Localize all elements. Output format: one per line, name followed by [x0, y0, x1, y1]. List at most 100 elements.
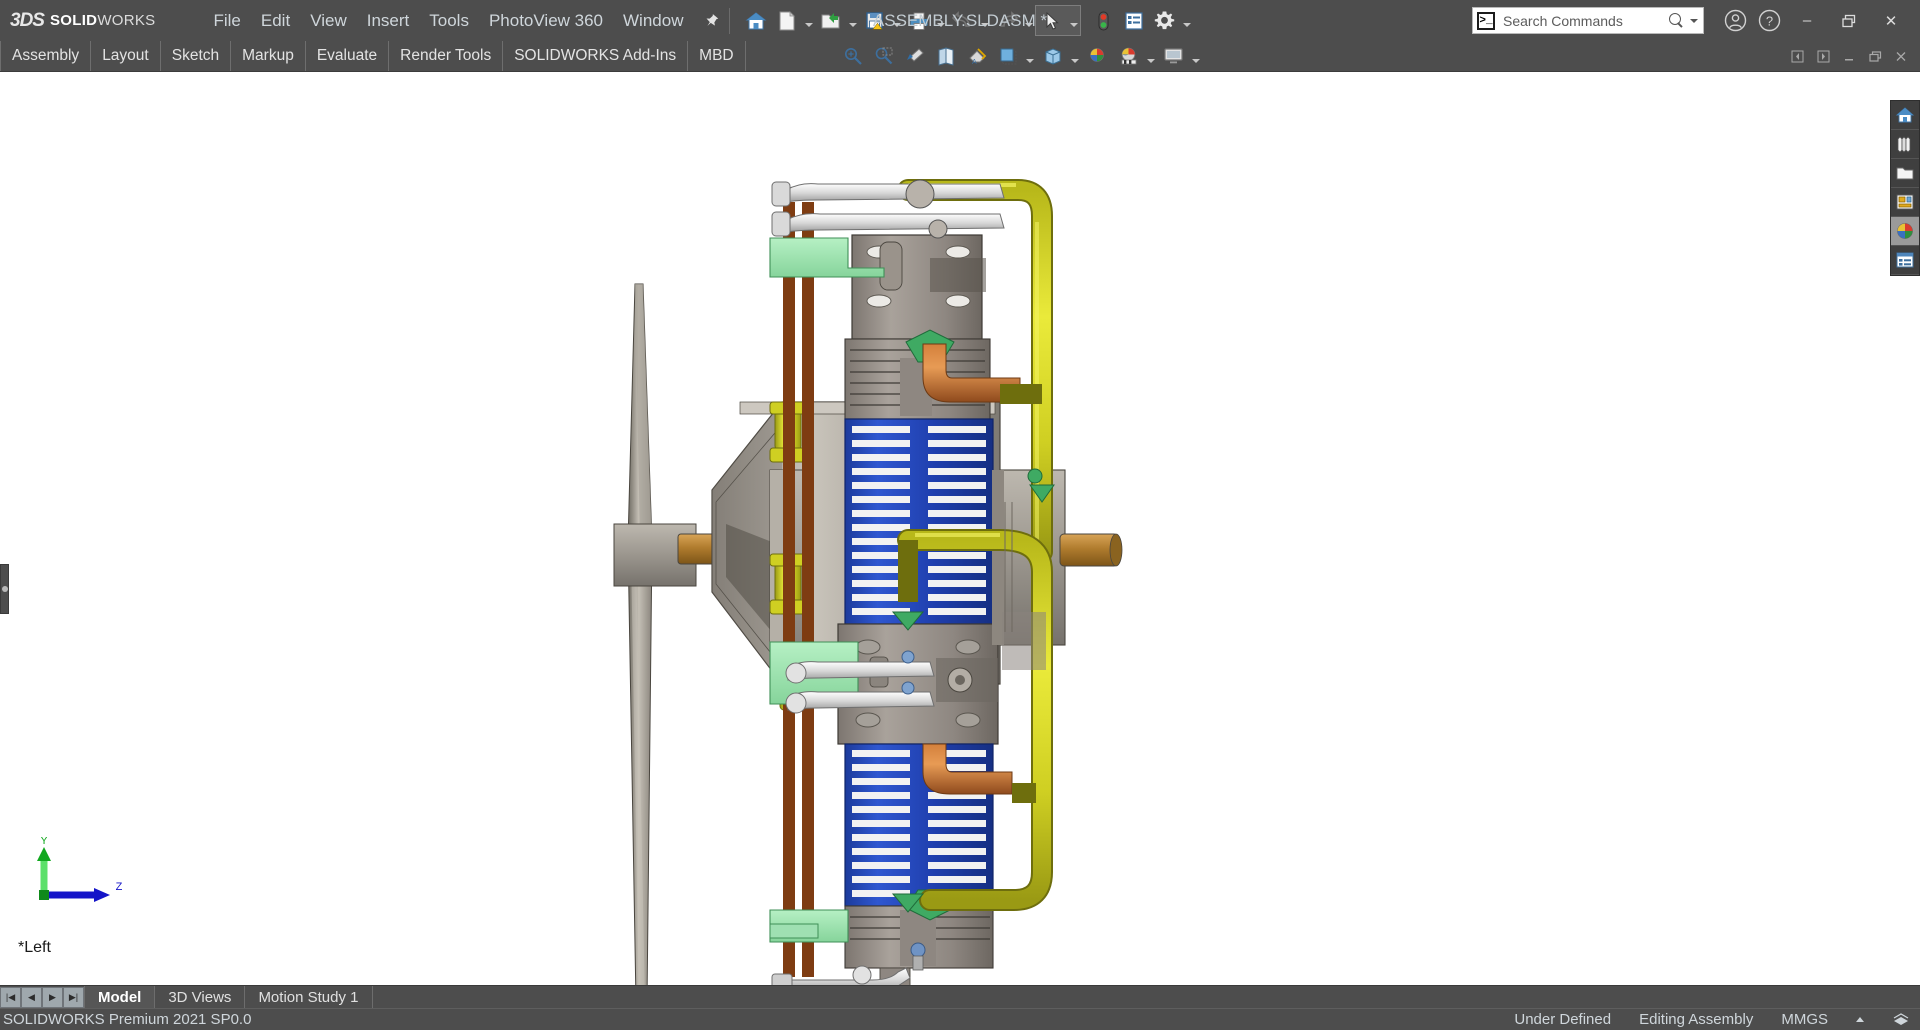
close-window-button[interactable]: ✕: [1870, 0, 1912, 41]
search-input[interactable]: Search Commands: [1495, 13, 1669, 29]
search-icon[interactable]: [1669, 12, 1685, 29]
feature-manager-handle[interactable]: [0, 564, 9, 614]
bottom-tab-model[interactable]: Model: [84, 986, 155, 1008]
task-pane-resources-icon[interactable]: [1891, 101, 1919, 130]
first-config-button[interactable]: |◀: [0, 986, 21, 1008]
tab-layout[interactable]: Layout: [91, 41, 161, 71]
undo-icon[interactable]: [947, 5, 978, 36]
prev-doc-icon[interactable]: [1784, 43, 1810, 69]
tab-evaluate[interactable]: Evaluate: [306, 41, 390, 71]
redo-icon[interactable]: [991, 5, 1022, 36]
tab-assembly[interactable]: Assembly: [0, 41, 92, 71]
section-view-icon[interactable]: [931, 42, 961, 71]
view-orientation-icon[interactable]: A: [962, 42, 992, 71]
hide-show-icon[interactable]: [1038, 42, 1068, 71]
crankcase-center-block: [837, 623, 999, 745]
display-style-icon[interactable]: [993, 42, 1023, 71]
rebuild-icon[interactable]: [1087, 5, 1118, 36]
status-bar-right: Under Defined Editing Assembly MMGS: [1514, 1011, 1920, 1028]
menu-insert[interactable]: Insert: [357, 7, 420, 35]
next-doc-icon[interactable]: [1810, 43, 1836, 69]
task-pane-appearances-icon[interactable]: [1891, 217, 1919, 246]
view-settings-caret[interactable]: [1190, 41, 1203, 72]
view-settings-icon[interactable]: [1159, 42, 1189, 71]
prev-config-button[interactable]: ◀: [21, 986, 42, 1008]
solidworks-logo[interactable]: 3DS SOLIDWORKS: [0, 11, 169, 30]
document-window-controls: [1784, 41, 1920, 71]
new-document-icon[interactable]: [771, 5, 802, 36]
menu-view[interactable]: View: [300, 7, 357, 35]
tab-markup[interactable]: Markup: [231, 41, 306, 71]
menu-tools[interactable]: Tools: [419, 7, 479, 35]
rebuild-overlay-icon[interactable]: [1892, 1012, 1910, 1028]
zoom-to-selection-icon[interactable]: [900, 42, 930, 71]
save-warning-icon[interactable]: [859, 5, 890, 36]
cylinder-bottom: [844, 743, 1013, 985]
task-pane: [1890, 100, 1920, 276]
undo-caret[interactable]: [978, 5, 991, 36]
open-folder-caret[interactable]: [846, 5, 859, 36]
status-edit-mode: Editing Assembly: [1639, 1011, 1754, 1028]
open-folder-icon[interactable]: [815, 5, 846, 36]
search-commands-icon: >_: [1477, 11, 1495, 30]
select-arrow-icon[interactable]: [1036, 5, 1067, 36]
display-style-caret[interactable]: [1024, 41, 1037, 72]
view-orientation-label: *Left: [18, 939, 51, 956]
status-sketch-state: Under Defined: [1514, 1011, 1612, 1028]
title-bar: 3DS SOLIDWORKS File Edit View Insert Too…: [0, 0, 1920, 41]
new-document-caret[interactable]: [802, 5, 815, 36]
settings-gear-icon[interactable]: [1149, 5, 1180, 36]
hide-show-caret[interactable]: [1069, 41, 1082, 72]
print-icon[interactable]: [903, 5, 934, 36]
restore-window-button[interactable]: [1828, 0, 1870, 41]
svg-text:?: ?: [1765, 14, 1772, 29]
status-units[interactable]: MMGS: [1781, 1011, 1828, 1028]
redo-caret[interactable]: [1022, 5, 1035, 36]
tab-render-tools[interactable]: Render Tools: [389, 41, 504, 71]
next-config-button[interactable]: ▶: [42, 986, 63, 1008]
close-doc-icon[interactable]: [1888, 43, 1914, 69]
task-pane-custom-properties-icon[interactable]: [1891, 246, 1919, 275]
minimize-doc-icon[interactable]: [1836, 43, 1862, 69]
bottom-tab-motion-study-1[interactable]: Motion Study 1: [244, 986, 371, 1008]
search-commands-box[interactable]: >_ Search Commands: [1472, 7, 1704, 34]
task-pane-file-explorer-icon[interactable]: [1891, 159, 1919, 188]
bottom-tab-3d-views[interactable]: 3D Views: [154, 986, 244, 1008]
toolbar-separator: [729, 7, 731, 34]
tab-mbd[interactable]: MBD: [688, 41, 746, 71]
svg-text:Z: Z: [116, 881, 123, 893]
ribbon-tab-bar: Assembly Layout Sketch Markup Evaluate R…: [0, 41, 1920, 72]
edit-appearance-icon[interactable]: [1083, 42, 1113, 71]
tab-solidworks-add-ins[interactable]: SOLIDWORKS Add-Ins: [503, 41, 689, 71]
apply-scene-caret[interactable]: [1145, 41, 1158, 72]
propeller-blade: [627, 283, 653, 985]
apply-scene-icon[interactable]: [1114, 42, 1144, 71]
menu-window[interactable]: Window: [613, 7, 693, 35]
units-dropdown-caret[interactable]: [1856, 1017, 1864, 1022]
task-pane-view-palette-icon[interactable]: [1891, 188, 1919, 217]
tab-sketch[interactable]: Sketch: [161, 41, 232, 71]
print-caret[interactable]: [934, 5, 947, 36]
minimize-window-button[interactable]: –: [1786, 0, 1828, 41]
graphics-area[interactable]: Y Z *Left: [0, 72, 1920, 985]
settings-caret[interactable]: [1180, 5, 1193, 36]
search-dropdown-caret[interactable]: [1689, 19, 1699, 23]
last-config-button[interactable]: ▶|: [63, 986, 84, 1008]
menu-edit[interactable]: Edit: [251, 7, 300, 35]
help-question-icon[interactable]: ?: [1752, 4, 1786, 38]
menu-photoview-360[interactable]: PhotoView 360: [479, 7, 613, 35]
zoom-to-fit-icon[interactable]: [838, 42, 868, 71]
home-icon[interactable]: [740, 5, 771, 36]
restore-doc-icon[interactable]: [1862, 43, 1888, 69]
zoom-to-area-icon[interactable]: [869, 42, 899, 71]
save-caret[interactable]: [890, 5, 903, 36]
cad-model-viewport[interactable]: [0, 72, 1920, 985]
dassault-systemes-logo-icon: 3DS: [10, 10, 45, 31]
menu-file[interactable]: File: [203, 7, 250, 35]
options-list-icon[interactable]: [1118, 5, 1149, 36]
pin-icon[interactable]: [700, 9, 723, 32]
task-pane-design-library-icon[interactable]: [1891, 130, 1919, 159]
user-account-icon[interactable]: [1718, 4, 1752, 38]
view-toolbar: A: [838, 41, 1203, 71]
select-arrow-caret[interactable]: [1067, 5, 1080, 36]
